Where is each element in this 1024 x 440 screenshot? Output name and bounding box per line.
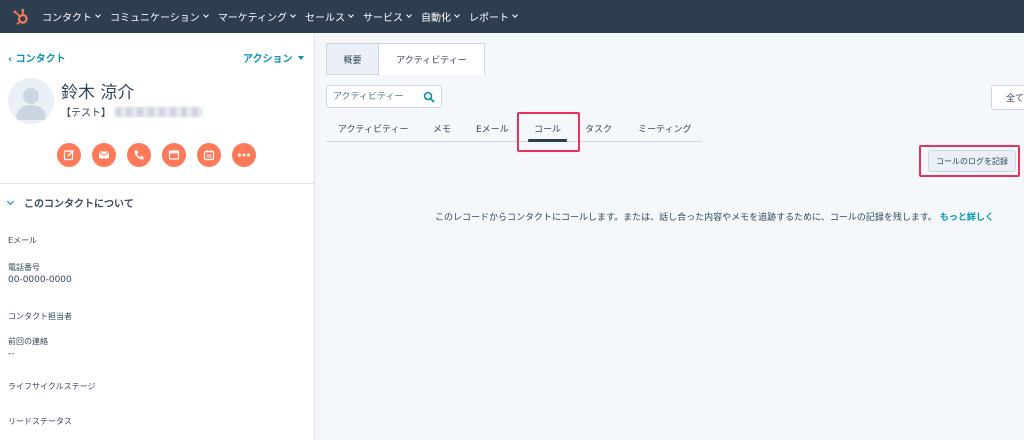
call-icon: [134, 150, 144, 160]
filter-all-button[interactable]: 全て: [991, 85, 1024, 110]
learn-more-link[interactable]: もっと詳しく: [940, 213, 994, 223]
contact-sidebar: ‹ コンタクト アクション 鈴木 涼介 【テスト】 このコンタクトについて Eメ…: [0, 33, 315, 440]
log-activity-button[interactable]: [162, 143, 186, 167]
activity-search-input[interactable]: [333, 91, 419, 102]
redacted-text: [115, 106, 203, 117]
divider: [0, 183, 315, 184]
company-prefix: 【テスト】: [61, 108, 111, 119]
email-button[interactable]: [92, 143, 116, 167]
email-property-label: Eメール: [8, 236, 38, 245]
top-nav: コンタクト コミュニケーション マーケティング セールス サービス 自動化 レポ…: [0, 0, 1024, 33]
owner-property-label: コンタクト担当者: [8, 312, 72, 321]
subtab-email[interactable]: Eメール: [476, 116, 509, 135]
activity-search[interactable]: [326, 85, 442, 108]
tab-activity[interactable]: アクティビティー: [379, 43, 485, 75]
call-button[interactable]: [127, 143, 151, 167]
nav-automation[interactable]: 自動化: [421, 9, 460, 24]
chevron-down-icon: [454, 12, 460, 18]
record-tabs: 概要 アクティビティー: [326, 43, 485, 75]
chevron-down-icon: [348, 12, 354, 18]
empty-state-text: このレコードからコンタクトにコールします。または、話し合った内容やメモを追跡する…: [435, 213, 937, 223]
lifecycle-stage-label: ライフサイクルステージ: [8, 382, 96, 391]
nav-conversations[interactable]: コミュニケーション: [110, 9, 209, 24]
email-icon: [99, 151, 109, 159]
hubspot-logo[interactable]: [0, 0, 42, 33]
last-contacted-label: 前回の連絡: [8, 337, 48, 346]
tab-overview[interactable]: 概要: [326, 43, 379, 75]
actions-label: アクション: [243, 54, 293, 65]
more-icon: [238, 153, 250, 157]
task-icon: [203, 150, 215, 161]
chevron-down-icon: [6, 197, 15, 205]
search-icon[interactable]: [423, 91, 435, 103]
person-icon: [16, 88, 46, 120]
back-to-contacts-link[interactable]: ‹ コンタクト: [8, 50, 66, 65]
subtab-notes[interactable]: メモ: [433, 116, 451, 135]
about-contact-title: このコンタクトについて: [24, 199, 134, 210]
nav-sales[interactable]: セールス: [305, 9, 354, 24]
contact-name[interactable]: 鈴木 涼介: [61, 78, 134, 103]
log-icon: [168, 150, 180, 160]
chevron-down-icon: [95, 12, 101, 18]
activity-type-tabs: アクティビティー メモ Eメール コール タスク ミーティング: [326, 116, 702, 142]
lead-status-label: リードステータス: [8, 417, 72, 426]
note-icon: [63, 150, 74, 161]
note-button[interactable]: [57, 143, 81, 167]
sprocket-icon: [13, 8, 28, 25]
about-contact-toggle[interactable]: このコンタクトについて: [6, 195, 134, 210]
chevron-down-icon: [406, 12, 412, 18]
actions-dropdown[interactable]: アクション: [243, 50, 304, 65]
subtab-activity[interactable]: アクティビティー: [338, 116, 408, 135]
subtab-calls[interactable]: コール: [527, 116, 568, 142]
nav-reports[interactable]: レポート: [469, 9, 518, 24]
caret-down-icon: [297, 55, 304, 60]
quick-actions: [57, 143, 256, 167]
subtab-meetings[interactable]: ミーティング: [638, 116, 691, 135]
nav-marketing[interactable]: マーケティング: [218, 9, 296, 24]
task-button[interactable]: [197, 143, 221, 167]
avatar[interactable]: [8, 78, 54, 124]
chevron-down-icon: [290, 12, 296, 18]
more-actions-button[interactable]: [232, 143, 256, 167]
nav-contacts[interactable]: コンタクト: [42, 9, 101, 24]
chevron-down-icon: [512, 12, 518, 18]
phone-property-value[interactable]: 00-0000-0000: [8, 275, 72, 285]
last-contacted-value: --: [8, 349, 15, 359]
subtab-tasks[interactable]: タスク: [585, 116, 612, 135]
nav-service[interactable]: サービス: [363, 9, 412, 24]
contact-company: 【テスト】: [61, 104, 203, 119]
log-call-button[interactable]: コールのログを記録: [928, 150, 1016, 172]
chevron-down-icon: [202, 12, 209, 18]
phone-property-label: 電話番号: [8, 263, 40, 272]
empty-state-message: このレコードからコンタクトにコールします。または、話し合った内容やメモを追跡する…: [326, 210, 1024, 223]
